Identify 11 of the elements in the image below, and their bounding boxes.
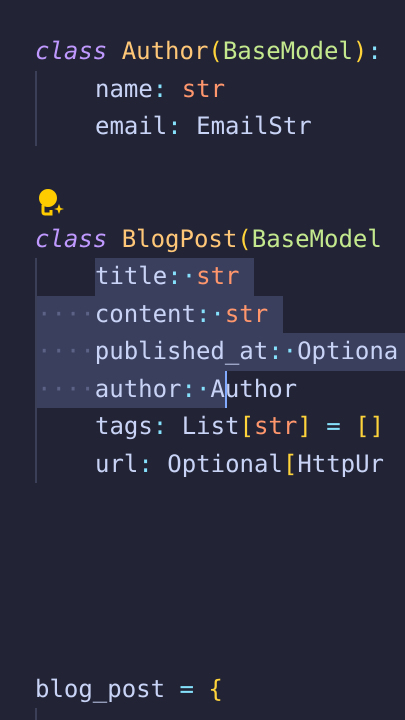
code-line: tags: List[str] = [] xyxy=(35,408,405,446)
code-line: url: Optional[HttpUr xyxy=(35,446,405,483)
code-line: title:·str xyxy=(35,258,405,296)
code-line: ····published_at:·Optiona xyxy=(35,333,405,370)
code-line: name: str xyxy=(35,70,405,108)
code-line: class Author(BaseModel): xyxy=(35,36,383,67)
code-line: ····author:·Author xyxy=(35,370,405,408)
code-line: email: EmailStr xyxy=(35,108,405,146)
code-line: blog_post = { xyxy=(35,674,224,705)
code-line: class BlogPost(BaseModel xyxy=(35,224,383,254)
code-line: ····content:·str xyxy=(35,296,405,333)
